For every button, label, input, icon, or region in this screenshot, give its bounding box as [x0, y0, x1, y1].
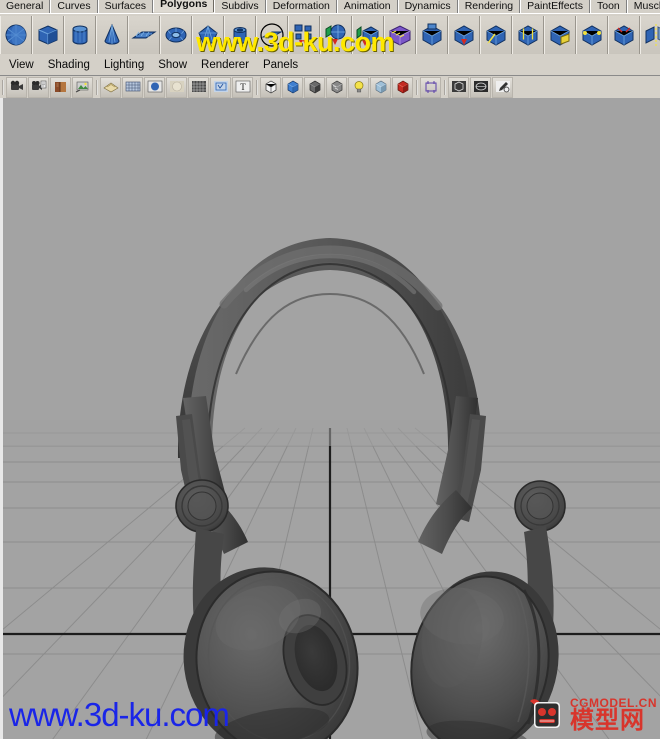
- safe-action-icon[interactable]: [210, 76, 231, 98]
- toolbar-separator-icon: [414, 78, 419, 97]
- bevel-icon[interactable]: [448, 16, 480, 54]
- cgmodel-logo: CGMODEL.CN 模型网: [528, 695, 657, 733]
- insert-edge-icon[interactable]: [512, 16, 544, 54]
- viewport-render: www.3d-ku.com CGMODEL.CN 模型网: [3, 98, 660, 739]
- toolbar-separator-icon: [442, 78, 447, 97]
- append-poly-icon[interactable]: [544, 16, 576, 54]
- panel-menu-lighting[interactable]: Lighting: [97, 55, 151, 75]
- paint-select-icon[interactable]: [492, 76, 513, 98]
- flat-shade-all-icon[interactable]: [304, 76, 325, 98]
- booleans-icon[interactable]: [352, 16, 384, 54]
- svg-text:T: T: [240, 82, 246, 92]
- mirror-geo-icon[interactable]: [640, 16, 660, 54]
- extrude-icon[interactable]: [416, 16, 448, 54]
- poly-cube-icon[interactable]: [32, 16, 64, 54]
- isolate-select-icon[interactable]: [448, 76, 469, 98]
- select-camera-icon[interactable]: [6, 76, 27, 98]
- poly-prism-icon[interactable]: [192, 16, 224, 54]
- panel-menubar: View Shading Lighting Show Renderer Pane…: [0, 55, 660, 76]
- two-sided-lighting-icon[interactable]: [100, 76, 121, 98]
- menu-set-tabbar: General Curves Surfaces Polygons Subdivs…: [0, 0, 660, 14]
- menu-tab-dynamics[interactable]: Dynamics: [397, 0, 458, 13]
- menu-tab-muscle[interactable]: Muscle: [626, 0, 660, 13]
- textures-icon[interactable]: [392, 76, 413, 98]
- menu-tab-rendering[interactable]: Rendering: [457, 0, 521, 13]
- poly-sphere-icon[interactable]: [0, 16, 32, 54]
- poly-torus-icon[interactable]: [160, 16, 192, 54]
- combine-icon[interactable]: [288, 16, 320, 54]
- menu-tab-animation[interactable]: Animation: [336, 0, 398, 13]
- toolbar-separator-icon: [94, 78, 99, 97]
- maya-application-window: General Curves Surfaces Polygons Subdivs…: [0, 0, 660, 739]
- menu-tab-painteffects[interactable]: PaintEffects: [520, 0, 590, 13]
- wireframe-icon[interactable]: [260, 76, 281, 98]
- resolution-gate-icon[interactable]: [166, 76, 187, 98]
- safe-title-icon[interactable]: T: [232, 76, 253, 98]
- image-plane-icon[interactable]: [72, 76, 93, 98]
- film-gate-icon[interactable]: [144, 76, 165, 98]
- robot-head-icon: [528, 695, 566, 733]
- collapse-icon[interactable]: [608, 16, 640, 54]
- viewport-toolbar: T: [0, 76, 660, 99]
- panel-menu-show[interactable]: Show: [151, 55, 194, 75]
- poly-cylinder-icon[interactable]: [64, 16, 96, 54]
- menu-tab-general[interactable]: General: [0, 0, 51, 13]
- logo-text: CGMODEL.CN 模型网: [570, 697, 657, 732]
- poly-plane-icon[interactable]: [128, 16, 160, 54]
- panel-menu-renderer[interactable]: Renderer: [194, 55, 256, 75]
- menu-tab-subdivs[interactable]: Subdivs: [214, 0, 266, 13]
- camera-attributes-icon[interactable]: [28, 76, 49, 98]
- split-poly-icon[interactable]: [480, 16, 512, 54]
- toolbar-separator-icon: [0, 78, 5, 97]
- shadows-icon[interactable]: [370, 76, 391, 98]
- toolbar-separator-icon: [254, 78, 259, 97]
- menu-tab-polygons[interactable]: Polygons: [153, 0, 215, 12]
- menu-tab-toon[interactable]: Toon: [589, 0, 627, 13]
- poly-cone-icon[interactable]: [96, 16, 128, 54]
- use-lights-icon[interactable]: [348, 76, 369, 98]
- field-chart-icon[interactable]: [188, 76, 209, 98]
- smooth-icon[interactable]: [384, 16, 416, 54]
- menu-tab-surfaces[interactable]: Surfaces: [97, 0, 154, 13]
- menu-tab-deformation[interactable]: Deformation: [265, 0, 337, 13]
- grid-display-icon[interactable]: [122, 76, 143, 98]
- merge-verts-icon[interactable]: [576, 16, 608, 54]
- viewport-watermark: www.3d-ku.com: [9, 696, 230, 733]
- shade-options-icon[interactable]: [326, 76, 347, 98]
- panel-menu-shading[interactable]: Shading: [41, 55, 97, 75]
- poly-pipe-icon[interactable]: [224, 16, 256, 54]
- panel-menu-view[interactable]: View: [0, 55, 41, 75]
- smooth-shade-all-icon[interactable]: [282, 76, 303, 98]
- polygons-shelf: www.3d-ku.com: [0, 13, 660, 57]
- persp-viewport[interactable]: www.3d-ku.com CGMODEL.CN 模型网: [0, 98, 660, 739]
- panel-menu-panels[interactable]: Panels: [256, 55, 305, 75]
- xray-icon[interactable]: [420, 76, 441, 98]
- poly-helix-icon[interactable]: [256, 16, 288, 54]
- logo-cn-text: 模型网: [570, 705, 645, 734]
- menu-tab-curves[interactable]: Curves: [50, 0, 98, 13]
- hi-quality-icon[interactable]: [470, 76, 491, 98]
- bookmarks-icon[interactable]: [50, 76, 71, 98]
- separate-icon[interactable]: [320, 16, 352, 54]
